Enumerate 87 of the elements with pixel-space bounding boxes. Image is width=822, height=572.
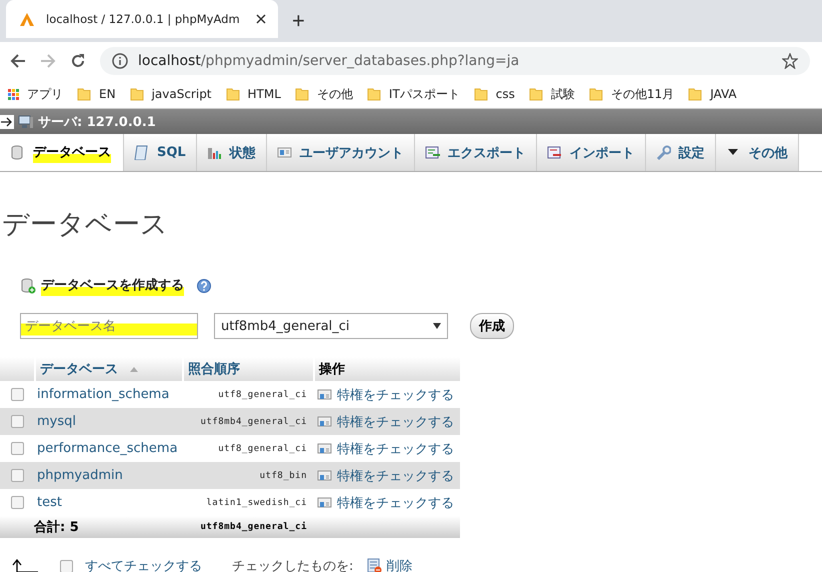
check-privileges-link[interactable]: 特権をチェックする: [313, 412, 460, 430]
nav-tab[interactable]: 設定: [646, 134, 716, 171]
bookmark[interactable]: ITパスポート: [364, 86, 472, 102]
check-privileges-link[interactable]: 特権をチェックする: [313, 440, 460, 458]
reload-icon[interactable]: [70, 53, 86, 69]
collation-dropdown[interactable]: utf8mb4_general_ci: [214, 313, 448, 339]
bookmark[interactable]: 試験: [526, 86, 587, 102]
collation-cell-text: utf8_general_ci: [217, 390, 308, 400]
back-icon[interactable]: [10, 53, 26, 69]
bookmark[interactable]: その他11月: [586, 86, 686, 102]
nav-tab[interactable]: ユーザアカウント: [266, 134, 415, 171]
collation-cell-text: utf8_general_ci: [217, 444, 308, 454]
nav-tab[interactable]: SQL: [124, 134, 197, 171]
id-card-icon: [317, 388, 332, 400]
bookmark[interactable]: EN: [75, 87, 128, 101]
caret-icon: [433, 323, 441, 329]
nav-tab[interactable]: エクスポート: [414, 134, 537, 171]
close-icon[interactable]: [256, 14, 266, 24]
bookmark[interactable]: javaScript: [128, 87, 224, 101]
document-icon: [134, 145, 149, 160]
check-privileges-link[interactable]: 特権をチェックする: [313, 466, 460, 484]
bookmark[interactable]: css: [472, 87, 527, 101]
database-icon: [10, 145, 25, 160]
bookmark[interactable]: JAVA: [686, 87, 749, 101]
id-card-icon: [317, 470, 332, 482]
logo-icon: [18, 11, 36, 27]
export-icon: [424, 145, 440, 160]
folder-icon: [294, 87, 309, 101]
folder-icon: [77, 87, 91, 101]
new-tab-button[interactable]: +: [286, 8, 311, 34]
row-checkbox[interactable]: [10, 415, 24, 428]
sort-asc-icon[interactable]: [130, 366, 138, 372]
server-icon: [18, 114, 34, 128]
arrow-icon[interactable]: [0, 114, 14, 128]
total-count: 合計: 5: [34, 518, 80, 536]
row-checkbox[interactable]: [10, 442, 24, 455]
row-checkbox[interactable]: [10, 469, 24, 482]
total-collation: utf8mb4_general_ci: [199, 522, 308, 532]
address-bar[interactable]: localhost/phpmyadmin/server_databases.php?lang=ja: [100, 47, 810, 75]
database-name-link[interactable]: phpmyadmin: [34, 468, 182, 483]
bookmark[interactable]: アプリ: [6, 86, 75, 102]
database-add-icon: [20, 278, 36, 294]
id-card-icon: [317, 442, 332, 454]
bar-chart-icon: [206, 145, 222, 160]
database-name-link[interactable]: performance_schema: [34, 441, 182, 456]
id-card-icon: [317, 496, 332, 508]
forward-icon[interactable]: [40, 53, 56, 69]
collation-cell-text: utf8mb4_general_ci: [199, 416, 308, 426]
id-card-icon: [317, 416, 332, 428]
folder-icon: [474, 87, 488, 101]
folder-icon: [366, 87, 381, 101]
check-privileges-link[interactable]: 特権をチェックする: [313, 386, 460, 404]
collation-cell-text: utf8_bin: [258, 470, 308, 480]
database-name-link[interactable]: information_schema: [34, 387, 182, 402]
bookmark[interactable]: HTML: [224, 87, 293, 101]
up-arrow-icon: [12, 559, 38, 572]
info-icon: [112, 53, 128, 69]
check-privileges-link[interactable]: 特権をチェックする: [313, 494, 460, 512]
tab-title: localhost / 127.0.0.1 | phpMyAdm: [46, 12, 241, 26]
star-icon[interactable]: [782, 53, 798, 69]
folder-icon: [130, 87, 144, 101]
page-title: データベース: [2, 208, 169, 242]
nav-tab[interactable]: その他: [716, 134, 799, 171]
collation-cell-text: latin1_swedish_ci: [205, 498, 308, 508]
wrench-icon: [656, 145, 671, 160]
create-button[interactable]: 作成: [470, 313, 514, 339]
database-name-link[interactable]: test: [34, 495, 182, 510]
folder-icon: [688, 87, 702, 101]
url-text: localhost/phpmyadmin/server_databases.php?lang=ja: [138, 53, 520, 69]
nav-tab[interactable]: 状態: [196, 134, 267, 171]
folder-icon: [588, 87, 603, 101]
id-card-icon: [276, 145, 292, 160]
database-name-link[interactable]: mysql: [34, 414, 182, 429]
folder-icon: [528, 87, 543, 101]
help-icon[interactable]: [197, 279, 211, 293]
delete-icon: [367, 558, 382, 572]
folder-icon: [226, 87, 240, 101]
import-icon: [546, 145, 562, 160]
delete-link[interactable]: 削除: [367, 557, 412, 572]
bookmark[interactable]: その他: [292, 86, 365, 102]
server-title[interactable]: サーバ: 127.0.0.1: [38, 112, 156, 130]
with-selected-label: チェックしたものを:: [232, 558, 354, 572]
row-checkbox[interactable]: [10, 388, 24, 401]
apps-grid-icon: [8, 88, 19, 100]
browser-tab[interactable]: localhost / 127.0.0.1 | phpMyAdm: [6, 0, 278, 38]
nav-tab[interactable]: インポート: [536, 134, 646, 171]
row-checkbox[interactable]: [10, 496, 24, 509]
